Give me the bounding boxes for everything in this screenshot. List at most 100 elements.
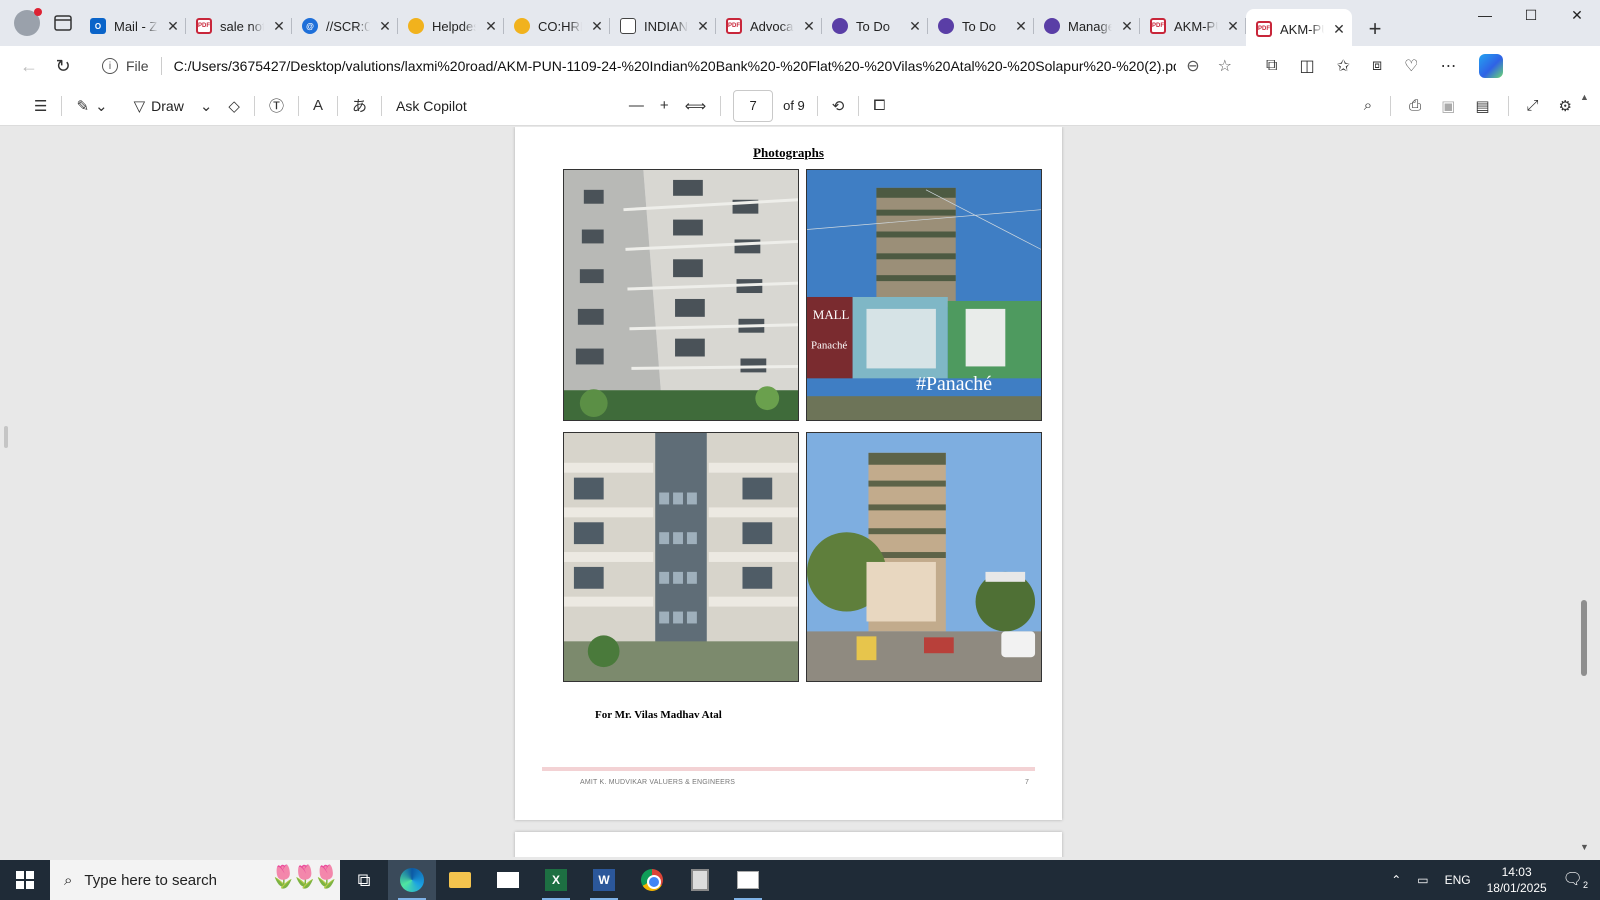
gear-icon: ⚙ xyxy=(1558,97,1572,115)
print-button[interactable]: ⎙ xyxy=(1401,90,1429,122)
maximize-icon[interactable]: ☐ xyxy=(1508,0,1554,30)
tab-todo-1[interactable]: To Do ✕ xyxy=(822,9,928,43)
page-view-button[interactable]: ⧠ xyxy=(865,90,893,122)
taskbar-edge[interactable] xyxy=(388,860,436,900)
side-pane-handle[interactable] xyxy=(4,426,8,448)
close-window-icon[interactable]: ✕ xyxy=(1554,0,1600,30)
back-arrow-icon[interactable]: ← xyxy=(12,50,46,82)
close-tab-icon[interactable]: ✕ xyxy=(590,18,604,35)
close-tab-icon[interactable]: ✕ xyxy=(166,18,180,35)
info-icon[interactable]: i xyxy=(102,58,118,74)
fit-width-icon: ⟺ xyxy=(684,97,707,115)
taskbar-search[interactable]: ⌕ Type here to search 🌷🌷🌷 xyxy=(50,860,340,900)
fit-to-width-button[interactable]: ⟺ xyxy=(677,90,715,122)
tab-sale-notice[interactable]: PDF sale noti ✕ xyxy=(186,9,292,43)
tab-indian[interactable]: INDIAN ✕ xyxy=(610,9,716,43)
tab-mail[interactable]: O Mail - Z ✕ xyxy=(80,9,186,43)
close-tab-icon[interactable]: ✕ xyxy=(802,18,816,35)
scrollbar-thumb[interactable] xyxy=(1581,600,1587,676)
taskbar-photos[interactable] xyxy=(724,860,772,900)
highlight-button[interactable]: ✎ ⌄ xyxy=(68,90,115,122)
tab-title: Advocat xyxy=(750,18,794,34)
zoom-out-button[interactable]: — xyxy=(621,90,652,122)
tab-akm-pun-active[interactable]: PDF AKM-PU ✕ xyxy=(1246,9,1352,49)
close-tab-icon[interactable]: ✕ xyxy=(484,18,498,35)
close-tab-icon[interactable]: ✕ xyxy=(1120,18,1134,35)
page-number-input[interactable]: 7 xyxy=(733,89,774,122)
ask-copilot-button[interactable]: Ask Copilot xyxy=(388,90,475,122)
chrome-icon xyxy=(641,869,663,891)
tab-scr[interactable]: @ //SCR:06 ✕ xyxy=(292,9,398,43)
minimize-icon[interactable]: — xyxy=(1462,0,1508,30)
taskbar-word[interactable]: W xyxy=(580,860,628,900)
clock[interactable]: 14:03 18/01/2025 xyxy=(1487,864,1547,896)
close-tab-icon[interactable]: ✕ xyxy=(1014,18,1028,35)
find-button[interactable]: ⌕ xyxy=(1356,90,1380,122)
rotate-icon: ⟲ xyxy=(831,97,845,115)
tab-akm-pun-1[interactable]: PDF AKM-PU ✕ xyxy=(1140,9,1246,43)
task-view-button[interactable]: ⧉ xyxy=(340,860,388,900)
rotate-button[interactable]: ⟲ xyxy=(824,90,853,122)
taskbar-chrome[interactable] xyxy=(628,860,676,900)
close-tab-icon[interactable]: ✕ xyxy=(696,18,710,35)
profile-avatar-icon[interactable] xyxy=(14,8,42,36)
close-tab-icon[interactable]: ✕ xyxy=(272,18,286,35)
pen-icon: ▽ xyxy=(133,97,146,115)
tab-actions-icon[interactable] xyxy=(50,10,76,36)
tab-manage[interactable]: Manage ✕ xyxy=(1034,9,1140,43)
vertical-scrollbar[interactable]: ▲ ▼ xyxy=(1578,92,1590,852)
taskbar-mail[interactable] xyxy=(484,860,532,900)
pdf-viewer[interactable]: Photographs MALL Panaché #Panaché For Mr… xyxy=(14,127,1574,857)
draw-button[interactable]: ▽ Draw ⌄ xyxy=(126,90,221,122)
add-text-button[interactable]: Ⓣ xyxy=(261,90,292,122)
tab-title: Mail - Z xyxy=(114,18,158,34)
language-indicator[interactable]: ENG xyxy=(1445,873,1471,887)
taskbar-excel[interactable]: X xyxy=(532,860,580,900)
favorites-icon[interactable]: ✩ xyxy=(1337,56,1350,76)
footer-page-number: 7 xyxy=(1025,779,1029,786)
network-icon[interactable]: ▭ xyxy=(1417,873,1428,887)
footer-rule xyxy=(542,767,1035,771)
collections-icon[interactable]: ⧈ xyxy=(1372,57,1382,75)
scroll-up-icon[interactable]: ▲ xyxy=(1580,92,1589,102)
save-button[interactable]: ▣ xyxy=(1433,90,1463,122)
refresh-icon[interactable]: ↻ xyxy=(46,50,80,82)
url-text[interactable]: C:/Users/3675427/Desktop/valutions/laxmi… xyxy=(174,58,1177,74)
tab-todo-2[interactable]: To Do ✕ xyxy=(928,9,1034,43)
extensions-icon[interactable]: ⧉ xyxy=(1266,57,1277,75)
favorite-star-icon[interactable]: ☆ xyxy=(1218,56,1232,76)
taskbar-file-explorer[interactable] xyxy=(436,860,484,900)
copilot-icon[interactable] xyxy=(1478,54,1503,78)
taskbar-calculator[interactable] xyxy=(676,860,724,900)
start-button[interactable] xyxy=(0,860,50,900)
chevron-up-icon[interactable]: ⌃ xyxy=(1391,873,1401,887)
close-tab-icon[interactable]: ✕ xyxy=(378,18,392,35)
tab-advocate[interactable]: PDF Advocat ✕ xyxy=(716,9,822,43)
notifications-icon[interactable]: 🗨2 xyxy=(1563,869,1588,890)
contents-button[interactable]: ☰ xyxy=(26,90,55,122)
save-as-button[interactable]: ▤ xyxy=(1467,90,1497,122)
fullscreen-button[interactable]: ⤢ xyxy=(1519,90,1547,122)
close-tab-icon[interactable]: ✕ xyxy=(1332,21,1346,38)
read-aloud-button[interactable]: A xyxy=(305,90,331,122)
close-tab-icon[interactable]: ✕ xyxy=(1226,18,1240,35)
tab-helpdesk[interactable]: Helpdes ✕ xyxy=(398,9,504,43)
billboard-brand-text: Panaché xyxy=(811,340,847,352)
tab-hrm[interactable]: CO:HRM ✕ xyxy=(504,9,610,43)
url-field[interactable]: i File C:/Users/3675427/Desktop/valution… xyxy=(92,50,1242,82)
browser-tab-strip: O Mail - Z ✕ PDF sale noti ✕ @ //SCR:06 … xyxy=(0,0,1600,49)
translate-button[interactable]: あ xyxy=(344,90,375,122)
more-options-icon[interactable]: ⋯ xyxy=(1441,56,1457,76)
zoom-out-icon[interactable]: ⊖ xyxy=(1186,56,1199,76)
zoom-in-button[interactable]: + xyxy=(652,90,677,122)
save-icon: ▣ xyxy=(1441,97,1456,115)
browser-essentials-icon[interactable]: ♡ xyxy=(1404,56,1418,76)
erase-button[interactable]: ◇ xyxy=(220,90,248,122)
scroll-down-icon[interactable]: ▼ xyxy=(1580,842,1589,852)
new-tab-button[interactable]: + xyxy=(1358,12,1392,46)
settings-button[interactable]: ⚙ xyxy=(1551,90,1580,122)
split-screen-icon[interactable]: ◫ xyxy=(1299,56,1314,76)
address-bar: ← ↻ i File C:/Users/3675427/Desktop/valu… xyxy=(0,46,1600,86)
divider xyxy=(61,95,63,116)
close-tab-icon[interactable]: ✕ xyxy=(908,18,922,35)
